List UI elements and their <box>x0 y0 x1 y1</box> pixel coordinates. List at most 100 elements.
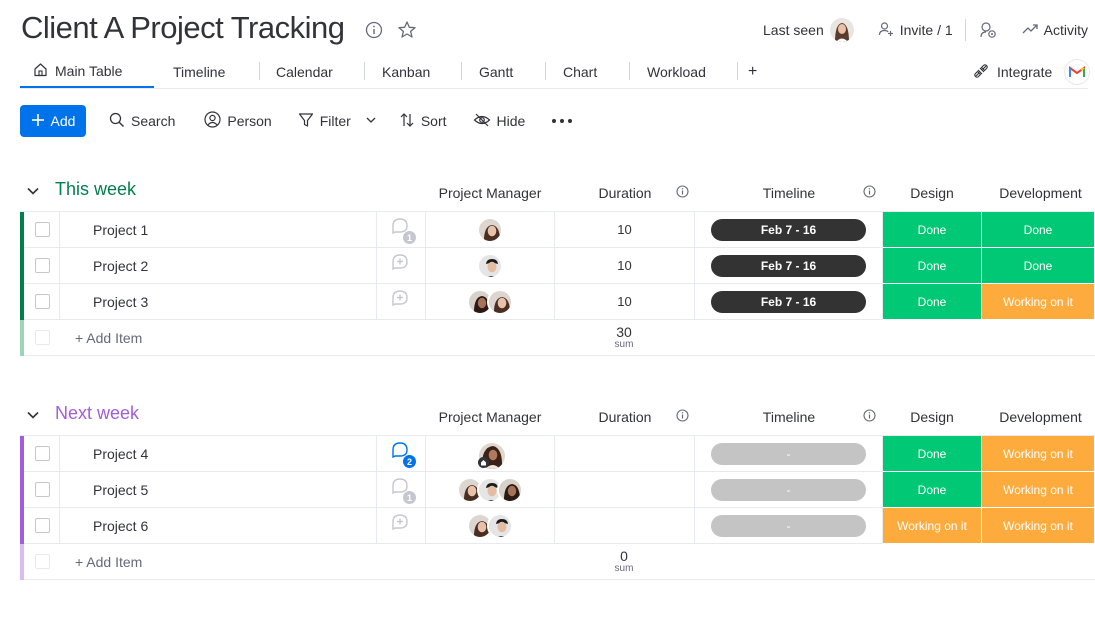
updates-icon[interactable]: 1 <box>390 477 416 504</box>
row-checkbox[interactable] <box>35 518 50 533</box>
updates-icon[interactable]: 1 <box>390 217 416 244</box>
duration-cell[interactable] <box>555 436 695 471</box>
row-checkbox[interactable] <box>35 258 50 273</box>
updates-icon[interactable]: 2 <box>390 441 416 468</box>
add-item-input[interactable]: + Add Item <box>75 554 142 570</box>
item-name[interactable]: Project 3 <box>93 294 148 310</box>
invite-button[interactable]: Invite / 1 <box>866 17 965 43</box>
avatar[interactable] <box>477 252 503 279</box>
avatar[interactable] <box>487 512 513 539</box>
status-design[interactable]: Done <box>883 284 982 320</box>
duration-cell[interactable] <box>555 472 695 507</box>
duration-cell[interactable] <box>555 508 695 543</box>
more-options-icon[interactable] <box>551 118 573 124</box>
group-title[interactable]: Next week <box>55 403 139 424</box>
duration-cell[interactable]: 10 <box>555 212 695 247</box>
column-header-pm[interactable]: Project Manager <box>425 185 555 201</box>
info-icon[interactable] <box>863 185 876 203</box>
info-icon[interactable] <box>863 409 876 427</box>
last-seen[interactable]: Last seen <box>751 17 866 43</box>
column-header-development[interactable]: Development <box>982 185 1095 201</box>
timeline-cell[interactable]: - <box>695 508 883 543</box>
item-name[interactable]: Project 2 <box>93 258 148 274</box>
table-row[interactable]: Project 4 2 - Done Working on it <box>20 436 1095 472</box>
info-icon[interactable] <box>365 21 383 44</box>
column-header-timeline[interactable]: Timeline <box>749 185 829 201</box>
status-development[interactable]: Working on it <box>982 508 1095 544</box>
table-row[interactable]: Project 3 10 Feb 7 - 16 Done Working on … <box>20 284 1095 320</box>
status-design[interactable]: Done <box>883 472 982 508</box>
add-view-button[interactable]: + <box>748 56 757 88</box>
tab-calendar[interactable]: Calendar <box>276 56 333 88</box>
add-item-input[interactable]: + Add Item <box>75 330 142 346</box>
timeline-cell[interactable]: - <box>695 472 883 507</box>
status-development[interactable]: Working on it <box>982 436 1095 472</box>
row-checkbox[interactable] <box>35 482 50 497</box>
item-name[interactable]: Project 5 <box>93 482 148 498</box>
tab-main-table[interactable]: Main Table <box>20 56 154 88</box>
activity-button[interactable]: Activity <box>1010 17 1088 43</box>
status-design[interactable]: Done <box>883 248 982 284</box>
timeline-cell[interactable]: Feb 7 - 16 <box>695 248 883 283</box>
chevron-down-icon[interactable] <box>26 184 40 203</box>
row-checkbox[interactable] <box>35 222 50 237</box>
column-header-pm[interactable]: Project Manager <box>425 409 555 425</box>
board-title[interactable]: Client A Project Tracking <box>21 10 345 46</box>
add-update-icon[interactable] <box>390 513 412 538</box>
timeline-cell[interactable]: Feb 7 - 16 <box>695 212 883 247</box>
duration-cell[interactable]: 10 <box>555 248 695 283</box>
chevron-down-icon[interactable] <box>365 113 377 129</box>
status-development[interactable]: Done <box>982 248 1095 284</box>
column-header-timeline[interactable]: Timeline <box>749 409 829 425</box>
avatar[interactable] <box>477 216 503 243</box>
info-icon[interactable] <box>676 185 689 203</box>
search-button[interactable]: Search <box>109 112 175 131</box>
table-row[interactable]: Project 2 10 Feb 7 - 16 Done Done <box>20 248 1095 284</box>
add-update-icon[interactable] <box>390 253 412 278</box>
row-checkbox[interactable] <box>35 294 50 309</box>
integrate-button[interactable]: Integrate <box>973 56 1091 88</box>
avatar[interactable] <box>487 288 513 315</box>
info-icon[interactable] <box>676 409 689 427</box>
hide-button[interactable]: Hide <box>473 112 525 131</box>
item-name[interactable]: Project 1 <box>93 222 148 238</box>
chevron-down-icon[interactable] <box>26 408 40 427</box>
column-header-duration[interactable]: Duration <box>585 409 665 425</box>
timeline-cell[interactable]: - <box>695 436 883 471</box>
column-header-development[interactable]: Development <box>982 409 1095 425</box>
status-development[interactable]: Done <box>982 212 1095 248</box>
add-update-icon[interactable] <box>390 289 412 314</box>
star-icon[interactable] <box>397 20 417 45</box>
person-filter-button[interactable]: Person <box>204 111 272 131</box>
tab-label: Main Table <box>55 63 123 79</box>
row-checkbox[interactable] <box>35 446 50 461</box>
table-row[interactable]: Project 1 1 10 Feb 7 - 16 Done Done <box>20 212 1095 248</box>
column-header-design[interactable]: Design <box>883 185 981 201</box>
item-name[interactable]: Project 4 <box>93 446 148 462</box>
filter-button[interactable]: Filter <box>298 112 377 131</box>
tab-kanban[interactable]: Kanban <box>382 56 430 88</box>
sort-button[interactable]: Sort <box>399 112 447 131</box>
table-row[interactable]: Project 6 - Working on it Working on it <box>20 508 1095 544</box>
tab-timeline[interactable]: Timeline <box>173 56 225 88</box>
column-header-design[interactable]: Design <box>883 409 981 425</box>
item-name[interactable]: Project 6 <box>93 518 148 534</box>
table-row[interactable]: Project 5 1 - Done Working on it <box>20 472 1095 508</box>
tab-chart[interactable]: Chart <box>563 56 597 88</box>
integrate-icon <box>973 63 989 82</box>
status-design[interactable]: Done <box>883 212 982 248</box>
status-design[interactable]: Done <box>883 436 982 472</box>
status-development[interactable]: Working on it <box>982 472 1095 508</box>
robot-automation-icon[interactable] <box>966 17 1010 43</box>
tab-workload[interactable]: Workload <box>647 56 706 88</box>
timeline-cell[interactable]: Feb 7 - 16 <box>695 284 883 319</box>
tab-gantt[interactable]: Gantt <box>479 56 513 88</box>
column-header-duration[interactable]: Duration <box>585 185 665 201</box>
duration-cell[interactable]: 10 <box>555 284 695 319</box>
avatar[interactable] <box>497 476 523 503</box>
status-development[interactable]: Working on it <box>982 284 1095 320</box>
add-button[interactable]: Add <box>20 105 86 137</box>
group-title[interactable]: This week <box>55 179 136 200</box>
status-design[interactable]: Working on it <box>883 508 982 544</box>
avatar[interactable] <box>477 440 505 469</box>
